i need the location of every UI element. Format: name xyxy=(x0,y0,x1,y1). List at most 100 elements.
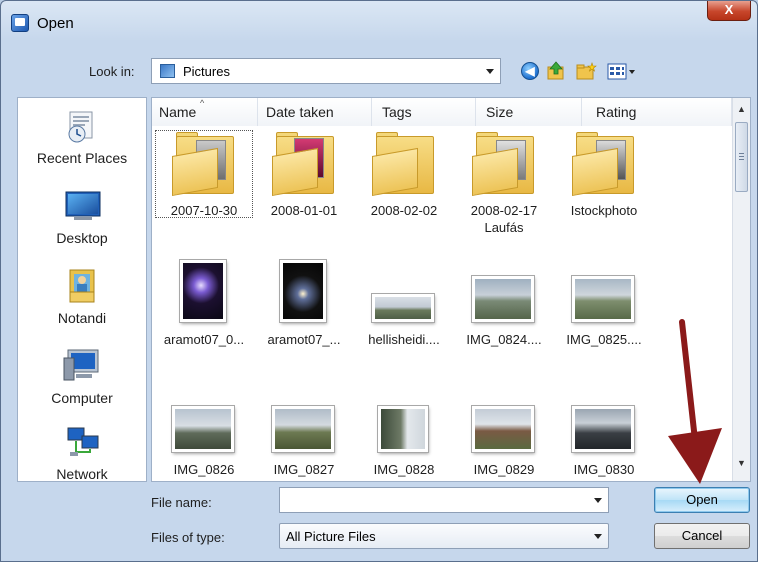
user-folder-icon xyxy=(69,269,95,303)
list-item[interactable]: IMG_0829 xyxy=(456,406,552,481)
item-name: aramot07_... xyxy=(267,332,341,347)
recent-places-icon xyxy=(68,111,93,143)
item-name: IMG_0829 xyxy=(473,462,535,477)
image-thumbnail xyxy=(272,406,334,452)
list-item[interactable]: 2008-01-01 xyxy=(256,130,352,234)
file-name-input[interactable] xyxy=(279,487,609,513)
app-window-icon xyxy=(11,14,29,32)
item-name: 2007-10-30 xyxy=(170,203,238,218)
look-in-label: Look in: xyxy=(89,64,135,79)
item-name: Istockphoto xyxy=(570,203,638,218)
list-item[interactable]: 2008-02-17 Laufás xyxy=(456,130,552,235)
computer-icon xyxy=(63,349,99,381)
network-icon xyxy=(67,427,99,456)
place-notandi[interactable]: Notandi xyxy=(18,266,146,342)
image-thumbnail xyxy=(172,406,234,452)
column-label: Name xyxy=(159,104,197,120)
scroll-up-icon[interactable]: ▲ xyxy=(737,104,746,114)
list-item[interactable]: IMG_0827 xyxy=(256,406,352,481)
column-label: Size xyxy=(486,104,514,120)
column-header-rating[interactable]: Rating xyxy=(582,98,732,126)
look-in-value: Pictures xyxy=(183,64,230,79)
item-name: 2008-02-02 xyxy=(370,203,438,218)
folder-icon xyxy=(472,130,536,196)
list-item[interactable]: hellisheidi.... xyxy=(356,260,452,350)
place-label: Notandi xyxy=(57,310,107,326)
item-name: 2008-02-17 xyxy=(470,203,538,218)
scrollbar-thumb[interactable] xyxy=(735,122,748,192)
pictures-folder-icon xyxy=(160,64,175,78)
cancel-button[interactable]: Cancel xyxy=(654,523,750,549)
column-header-name[interactable]: Name ^ xyxy=(152,98,258,126)
folder-icon xyxy=(372,130,436,196)
place-label: Recent Places xyxy=(36,150,128,166)
place-label: Computer xyxy=(51,390,113,406)
files-of-type-value: All Picture Files xyxy=(286,529,376,544)
file-list[interactable]: Name ^ Date taken Tags Size Rating 2007-… xyxy=(151,97,751,482)
files-of-type-label: Files of type: xyxy=(151,530,225,545)
item-name: 2008-01-01 xyxy=(270,203,338,218)
item-name: IMG_0825.... xyxy=(566,332,642,347)
chevron-down-icon xyxy=(486,69,494,74)
list-item[interactable]: aramot07_... xyxy=(256,260,352,350)
column-header-size[interactable]: Size xyxy=(476,98,582,126)
image-thumbnail xyxy=(472,276,534,322)
folder-icon xyxy=(272,130,336,196)
place-network[interactable]: Network xyxy=(18,424,146,482)
list-item[interactable]: aramot07_0... xyxy=(156,260,252,350)
sort-ascending-icon: ^ xyxy=(200,98,205,108)
place-label: Desktop xyxy=(56,230,108,246)
place-desktop[interactable]: Desktop xyxy=(18,186,146,262)
open-button[interactable]: Open xyxy=(654,487,750,513)
new-folder-icon[interactable] xyxy=(575,62,597,80)
place-recent-places[interactable]: Recent Places xyxy=(18,106,146,182)
list-item[interactable]: 2007-10-30 xyxy=(156,130,252,234)
list-item[interactable]: Istockphoto xyxy=(556,130,652,234)
chevron-down-icon xyxy=(594,534,602,539)
item-name: aramot07_0... xyxy=(163,332,245,347)
column-label: Tags xyxy=(382,104,412,120)
image-thumbnail xyxy=(180,260,226,322)
item-name-line2: Laufás xyxy=(484,220,524,235)
up-folder-icon[interactable] xyxy=(547,61,565,81)
list-item[interactable]: IMG_0830 xyxy=(556,406,652,481)
image-thumbnail xyxy=(572,406,634,452)
places-bar: Recent Places Desktop Notandi Computer N… xyxy=(17,97,147,482)
list-item[interactable]: IMG_0824.... xyxy=(456,260,552,350)
column-header-tags[interactable]: Tags xyxy=(372,98,476,126)
vertical-scrollbar[interactable]: ▲ ▼ xyxy=(732,98,750,481)
image-thumbnail xyxy=(372,294,434,322)
list-item[interactable]: IMG_0825.... xyxy=(556,260,652,350)
scroll-down-icon[interactable]: ▼ xyxy=(737,458,746,468)
views-menu-icon[interactable] xyxy=(607,63,637,81)
column-label: Rating xyxy=(596,104,637,120)
folder-icon xyxy=(172,130,236,196)
list-item[interactable]: IMG_0828 xyxy=(356,406,452,481)
place-label: Network xyxy=(56,466,108,482)
open-dialog: Open X Look in: Pictures ◀ Recent Places… xyxy=(0,0,758,562)
image-thumbnail xyxy=(280,260,326,322)
column-header-date-taken[interactable]: Date taken xyxy=(258,98,372,126)
back-icon[interactable]: ◀ xyxy=(521,62,539,80)
file-name-label: File name: xyxy=(151,495,212,510)
look-in-dropdown[interactable]: Pictures xyxy=(151,58,501,84)
item-name: IMG_0830 xyxy=(573,462,635,477)
close-button[interactable]: X xyxy=(707,1,751,21)
item-name: hellisheidi.... xyxy=(368,332,440,347)
title-bar[interactable]: Open X xyxy=(1,1,757,45)
files-of-type-select[interactable]: All Picture Files xyxy=(279,523,609,549)
item-name: IMG_0824.... xyxy=(466,332,542,347)
place-computer[interactable]: Computer xyxy=(18,346,146,422)
column-label: Date taken xyxy=(266,104,334,120)
item-name: IMG_0826 xyxy=(173,462,235,477)
desktop-icon xyxy=(65,191,101,220)
item-name: IMG_0827 xyxy=(273,462,335,477)
list-item[interactable]: IMG_0826 xyxy=(156,406,252,481)
list-item[interactable]: 2008-02-02 xyxy=(356,130,452,234)
folder-icon xyxy=(572,130,636,196)
item-name: IMG_0828 xyxy=(373,462,435,477)
image-thumbnail xyxy=(378,406,428,452)
chevron-down-icon[interactable] xyxy=(594,498,602,503)
image-thumbnail xyxy=(472,406,534,452)
window-title: Open xyxy=(37,15,74,32)
